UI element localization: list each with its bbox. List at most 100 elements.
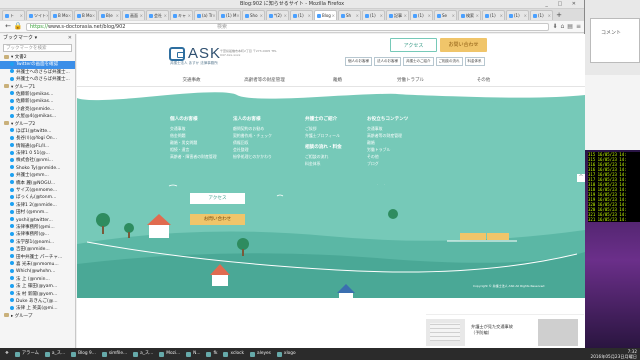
background-window[interactable]: コメント (590, 18, 640, 63)
tab-22[interactable]: (1) × (530, 10, 553, 20)
footer-link[interactable]: ご挨拶 (305, 125, 340, 132)
footer-link[interactable]: 労働トラブル (367, 146, 408, 153)
footer-link[interactable]: 債権回収 (233, 139, 272, 146)
bookmark-item[interactable]: Shoko Ty(@nmide... (0, 165, 75, 172)
start-icon[interactable]: ❖ (2, 349, 12, 359)
bookmark-item[interactable]: 吉田(@nmide... (0, 246, 75, 253)
footer-link[interactable]: 顧問契約のお勧め (233, 125, 272, 132)
taskbar-item[interactable]: aleyes (247, 349, 274, 359)
tab-18[interactable]: Se × (434, 10, 457, 20)
bookmark-item[interactable]: 弁護士へのさらば弁護士... (0, 69, 75, 76)
related-title[interactable]: 弁護士が見た交通事故（予防編） (471, 324, 521, 336)
tab-close-icon[interactable]: × (380, 13, 383, 18)
bookmark-item[interactable]: 弁護士(@mm... (0, 172, 75, 179)
close-icon[interactable]: ✕ (68, 34, 72, 43)
terminal-window[interactable]: 315 16/05/23 14: 315 16/05/23 14: 316 16/0… (588, 152, 640, 222)
tab-close-icon[interactable]: × (428, 13, 431, 18)
tab-15[interactable]: (1) × (362, 10, 385, 20)
quick-link[interactable]: ご相談の流れ (435, 57, 463, 66)
taskbar-item[interactable]: Mozi... (156, 349, 183, 359)
global-nav-item[interactable]: 労働トラブル (386, 74, 435, 86)
tab-close-icon[interactable]: × (236, 13, 239, 18)
tab-11[interactable]: *(2) × (266, 10, 289, 20)
taskbar-item[interactable]: アラーム (12, 349, 42, 359)
bookmark-item[interactable]: 法律事務所(@mi... (0, 224, 75, 231)
quick-link[interactable]: 法人のお客様 (374, 57, 401, 66)
footer-link[interactable]: 離婚・男女問題 (170, 139, 217, 146)
footer-link[interactable]: ご相談の流れ (305, 153, 342, 160)
footer-column-heading[interactable]: 弁護士のご紹介 (305, 116, 340, 122)
taskbar-item[interactable]: xclock (220, 349, 247, 359)
bookmark-item[interactable]: 法 上 篠田(@yam... (0, 283, 75, 290)
footer-link[interactable]: 弁護士プロフィール (305, 132, 340, 139)
related-card[interactable]: 弁護士が見た交通事故（予防編） (426, 314, 584, 346)
tab-13[interactable]: Blog × (314, 10, 337, 20)
bookmark-item[interactable]: 喜 光未(@nmomu... (0, 261, 75, 268)
tab-6[interactable]: 会社 × (146, 10, 169, 20)
window-titlebar[interactable]: Blog:902 に知らせるサイト - Mozilla Firefox _ □ … (0, 0, 584, 9)
quick-link[interactable]: 弁護士のご紹介 (403, 57, 434, 66)
tab-10[interactable]: Sho × (242, 10, 265, 20)
bookmark-item[interactable]: Duke あきんご(@... (0, 298, 75, 305)
tab-19[interactable]: 検索 × (458, 10, 481, 20)
tab-2[interactable]: B Mo × (50, 10, 73, 20)
global-nav-item[interactable]: その他 (459, 74, 508, 86)
tab-12[interactable]: (1) × (290, 10, 313, 20)
tab-close-icon[interactable]: × (20, 13, 23, 18)
tab-close-icon[interactable]: × (356, 13, 359, 18)
bookmark-item[interactable]: 法律1 2(@nmide... (0, 202, 75, 209)
sidebar-header[interactable]: ブックマーク ▾ ✕ (0, 34, 75, 43)
tab-close-icon[interactable]: × (68, 13, 71, 18)
taskbar-item[interactable]: a_ス... (130, 349, 156, 359)
bookmark-item[interactable]: 法律1 0 51(@... (0, 150, 75, 157)
global-nav-item[interactable]: 高齢者等の財産管理 (240, 74, 289, 86)
bookmark-item[interactable]: 佐藤新(@mikas... (0, 98, 75, 105)
bookmark-search-input[interactable]: ブックマークを検索 (3, 44, 72, 52)
footer-link[interactable]: その他 (367, 153, 408, 160)
tab-21[interactable]: (1) × (506, 10, 529, 20)
taskbar-item[interactable]: simfile... (99, 349, 130, 359)
page-top-button[interactable]: ^ (577, 174, 585, 182)
footer-link[interactable]: 高齢者等の財産管理 (367, 132, 408, 139)
tab-0[interactable]: ト × (2, 10, 25, 20)
tab-5[interactable]: 画面 × (122, 10, 145, 20)
bookmark-item[interactable]: 株式会社(@nmi... (0, 157, 75, 164)
tab-3[interactable]: B Mo × (74, 10, 97, 20)
taskbar-clock[interactable]: 7:32 2016年05月23日月曜日 (591, 349, 637, 359)
tab-17[interactable]: (1) × (410, 10, 433, 20)
bookmark-item[interactable]: ▸ グループ (0, 313, 75, 320)
bookmark-item[interactable]: 田村 (@mnm... (0, 209, 75, 216)
bookmark-item[interactable]: 法学部1(@nomi... (0, 239, 75, 246)
back-icon[interactable]: ← (3, 22, 13, 31)
tab-close-icon[interactable]: × (260, 13, 263, 18)
footer-column-heading[interactable]: 法人のお客様 (233, 116, 272, 122)
tab-16[interactable]: 記事 × (386, 10, 409, 20)
footer-column-heading[interactable]: 個人のお客様 (170, 116, 217, 122)
bookmark-item[interactable]: サイズ(@nmome... (0, 187, 75, 194)
bookmark-item[interactable]: yoshi(@twitter... (0, 217, 75, 224)
footer-link[interactable]: 料金体系 (305, 160, 342, 167)
footer-column-heading[interactable]: 相談の流れ・料金 (305, 144, 342, 150)
window-controls[interactable]: _ □ ✕ (545, 0, 580, 9)
footer-link[interactable]: 借金問題 (170, 132, 217, 139)
bookmark-item[interactable]: 大屋@4(@mikas... (0, 113, 75, 120)
tab-7[interactable]: キャ × (170, 10, 193, 20)
footer-link[interactable]: ブログ (367, 160, 408, 167)
bookmark-item[interactable]: 法律事務所(@... (0, 231, 75, 238)
quick-link[interactable]: 個人のお客様 (345, 57, 372, 66)
bookmark-item[interactable]: 小倉亮(@nmide... (0, 106, 75, 113)
bookmark-item[interactable]: ▾ グループ2 (0, 121, 75, 128)
tab-close-icon[interactable]: × (404, 13, 407, 18)
tab-close-icon[interactable]: × (452, 13, 455, 18)
url-bar[interactable]: https://www.s-doctorasia.net/blog/902 検索 (26, 22, 550, 31)
menu-icon[interactable]: ≡ (576, 23, 581, 30)
tab-close-icon[interactable]: × (92, 13, 95, 18)
bookmark-item[interactable]: 橋本 麗(@NOGU... (0, 180, 75, 187)
footer-link[interactable]: 離婚 (367, 139, 408, 146)
tab-close-icon[interactable]: × (188, 13, 191, 18)
bookmark-item[interactable]: 佐藤新(@mikas... (0, 91, 75, 98)
bookmark-item[interactable]: 法 上 (@nmin... (0, 276, 75, 283)
footer-column-heading[interactable]: お役立ちコンテンツ (367, 116, 408, 122)
tab-close-icon[interactable]: × (212, 13, 215, 18)
bookmark-item[interactable]: ▾ 文書2 (0, 54, 75, 61)
